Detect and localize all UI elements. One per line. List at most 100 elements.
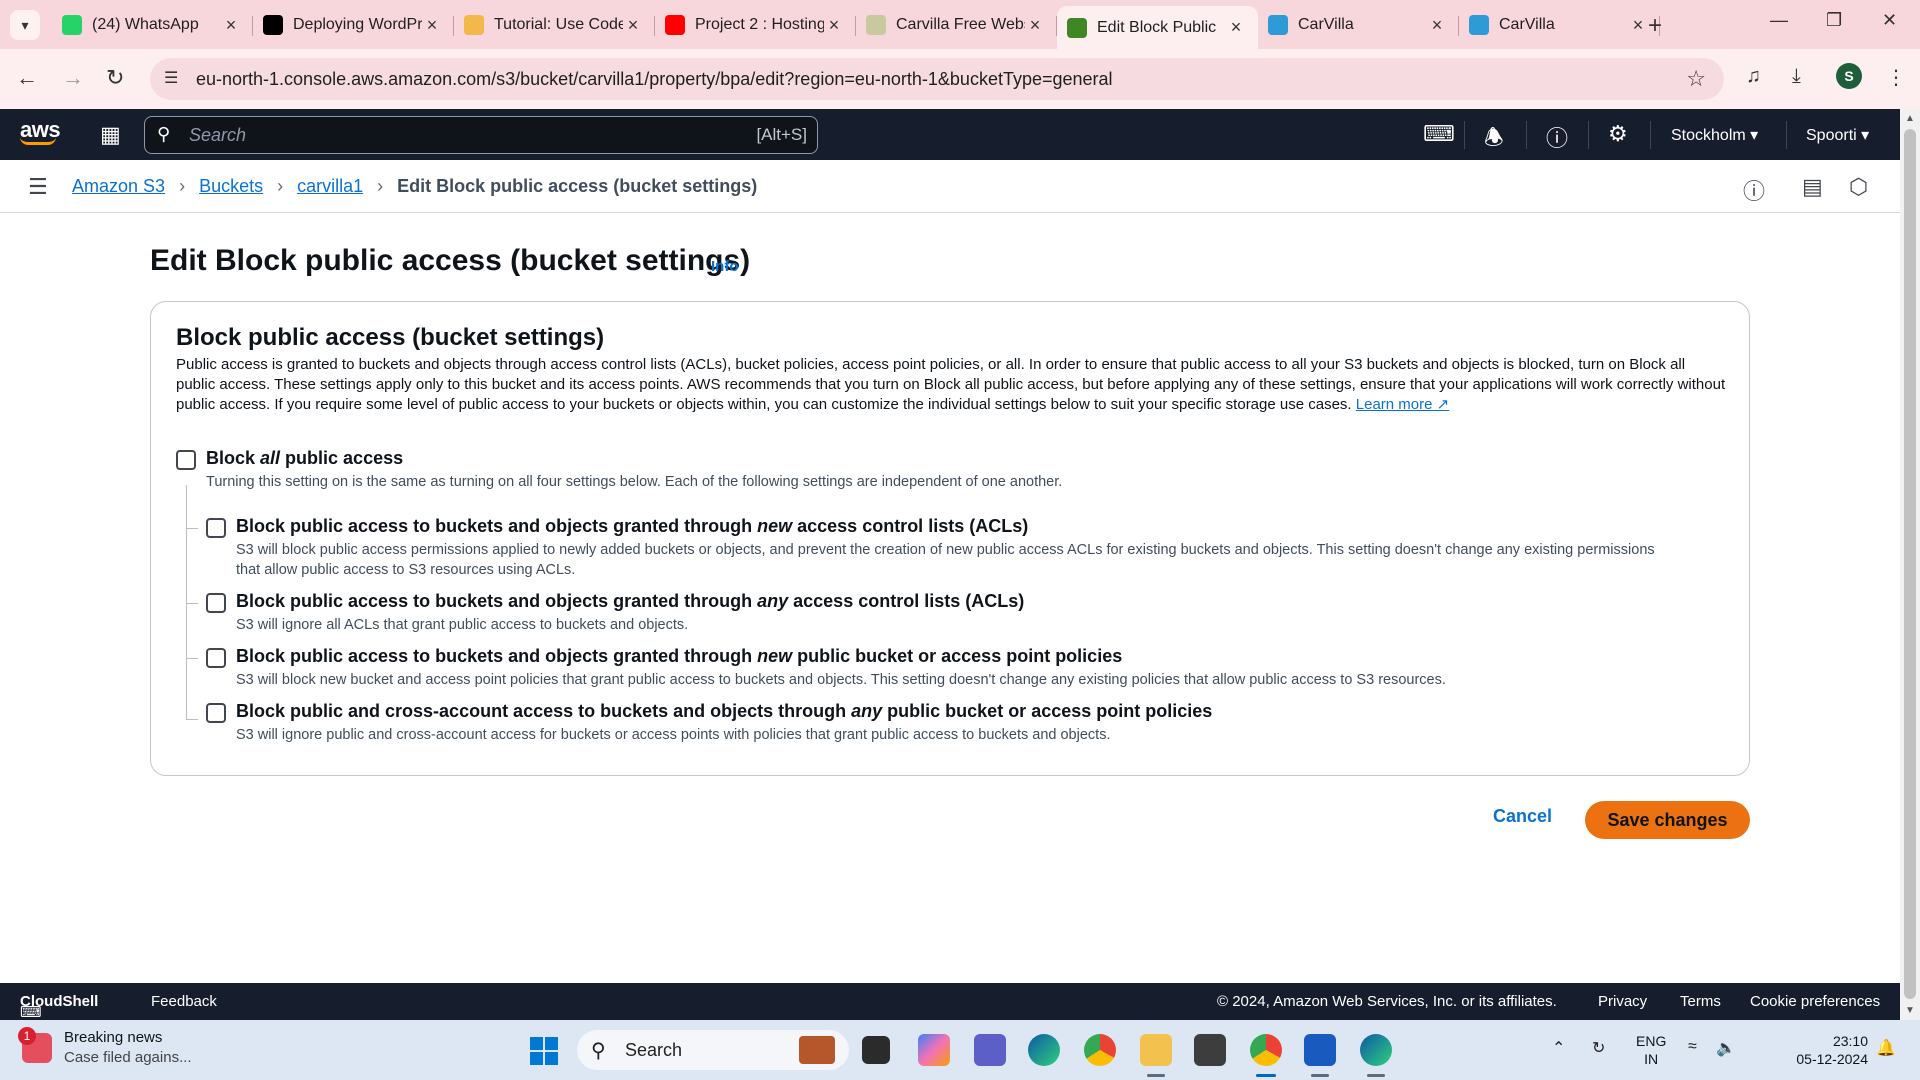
- browser-tab[interactable]: (24) WhatsApp ×: [52, 6, 253, 44]
- block-any-acls-description: S3 will ignore all ACLs that grant publi…: [236, 617, 689, 633]
- browser-tab[interactable]: Deploying WordPress×: [253, 6, 454, 44]
- tab-close-icon[interactable]: ×: [422, 15, 442, 36]
- browser-tab[interactable]: Carvilla Free Website×: [856, 6, 1057, 44]
- block-all-label[interactable]: Block all public access: [206, 448, 403, 469]
- task-view-icon[interactable]: [862, 1036, 890, 1064]
- block-new-acls-checkbox[interactable]: [206, 518, 226, 538]
- footer-cookie-preferences-link[interactable]: Cookie preferences: [1750, 993, 1880, 1010]
- block-new-acls-label[interactable]: Block public access to buckets and objec…: [236, 516, 1028, 537]
- reload-button[interactable]: ↻: [106, 65, 124, 91]
- volume-icon[interactable]: 🔈: [1716, 1038, 1736, 1058]
- tab-close-icon[interactable]: ×: [1025, 15, 1045, 36]
- profile-avatar[interactable]: S: [1836, 63, 1862, 89]
- block-any-acls-checkbox[interactable]: [206, 593, 226, 613]
- sublime-text-icon[interactable]: [1194, 1034, 1226, 1066]
- footer-cloudshell-link[interactable]: ⌨ CloudShell: [20, 993, 98, 1021]
- address-bar[interactable]: ☰ eu-north-1.console.aws.amazon.com/s3/b…: [150, 58, 1724, 100]
- browser-tab-label: CarVilla: [1499, 16, 1555, 33]
- restore-button[interactable]: ❐: [1826, 10, 1842, 31]
- minimize-button[interactable]: —: [1770, 10, 1788, 31]
- block-any-policies-description: S3 will ignore public and cross-account …: [236, 727, 1111, 743]
- breadcrumb-bucket[interactable]: carvilla1: [297, 176, 363, 197]
- tab-close-icon[interactable]: ×: [1628, 15, 1648, 36]
- notification-bell-icon[interactable]: 🔔: [1876, 1038, 1896, 1058]
- page-scrollbar[interactable]: ▲ ▼: [1900, 109, 1920, 1020]
- block-new-policies-label[interactable]: Block public access to buckets and objec…: [236, 646, 1122, 667]
- edge-icon[interactable]: [1028, 1034, 1060, 1066]
- new-tab-button[interactable]: +: [1648, 12, 1662, 40]
- settings-gear-icon[interactable]: ⚙: [1608, 121, 1628, 147]
- services-grid-icon[interactable]: ▦: [100, 122, 121, 148]
- notes-icon[interactable]: ▤: [1802, 174, 1823, 200]
- chrome-profile-icon[interactable]: [1250, 1034, 1282, 1066]
- news-title: Breaking news: [64, 1029, 163, 1046]
- tab-close-icon[interactable]: ×: [221, 15, 241, 36]
- breadcrumb-buckets[interactable]: Buckets: [199, 176, 263, 197]
- back-button[interactable]: ←: [16, 65, 38, 91]
- block-any-policies-label[interactable]: Block public and cross-account access to…: [236, 701, 1212, 722]
- cancel-button[interactable]: Cancel: [1493, 806, 1552, 827]
- media-control-icon[interactable]: ♫: [1746, 65, 1761, 88]
- scrollbar-thumb[interactable]: [1904, 129, 1916, 999]
- sync-icon[interactable]: ↻: [1592, 1038, 1605, 1058]
- block-any-acls-label[interactable]: Block public access to buckets and objec…: [236, 591, 1024, 612]
- help-icon[interactable]: ⓘ: [1546, 121, 1568, 153]
- block-all-checkbox[interactable]: [176, 450, 196, 470]
- download-icon[interactable]: ⤓: [1792, 65, 1801, 88]
- copilot-icon[interactable]: [918, 1034, 950, 1066]
- window-close-button[interactable]: ✕: [1882, 10, 1897, 31]
- language-indicator[interactable]: ENG IN: [1636, 1032, 1666, 1068]
- notifications-bell-icon[interactable]: 🕭: [1484, 121, 1504, 159]
- word-icon[interactable]: [1304, 1034, 1336, 1066]
- info-link[interactable]: Info: [711, 258, 739, 275]
- scroll-down-arrow-icon[interactable]: ▼: [1905, 1005, 1915, 1016]
- taskbar-search[interactable]: ⚲ Search: [577, 1030, 849, 1070]
- footer-feedback-link[interactable]: Feedback: [151, 993, 217, 1010]
- browser-tab[interactable]: CarVilla ×: [1258, 6, 1459, 44]
- info-panel-icon[interactable]: ⓘ: [1743, 174, 1765, 206]
- cloudshell-icon[interactable]: ⌨: [1423, 121, 1455, 147]
- browser-tab-label: Carvilla Free Website: [896, 16, 1025, 33]
- system-clock[interactable]: 23:10 05-12-2024: [1750, 1032, 1868, 1068]
- learn-more-link[interactable]: Learn more ↗: [1356, 396, 1449, 413]
- tab-search-button[interactable]: ▾: [10, 10, 40, 40]
- footer-terms-link[interactable]: Terms: [1680, 993, 1721, 1010]
- block-new-policies-checkbox[interactable]: [206, 648, 226, 668]
- wifi-icon[interactable]: ≈: [1688, 1038, 1697, 1056]
- browser-tab-label: CarVilla: [1298, 16, 1354, 33]
- show-hidden-icons-chevron-icon[interactable]: ⌃: [1552, 1038, 1565, 1058]
- teams-icon[interactable]: [974, 1034, 1006, 1066]
- breadcrumb-amazon-s3[interactable]: Amazon S3: [72, 176, 165, 197]
- aws-search-input[interactable]: ⚲ Search [Alt+S]: [144, 116, 818, 154]
- hamburger-menu-icon[interactable]: ☰: [28, 174, 48, 200]
- tab-close-icon[interactable]: ×: [1226, 17, 1246, 38]
- scroll-up-arrow-icon[interactable]: ▲: [1905, 113, 1915, 124]
- tab-list: (24) WhatsApp×Deploying WordPress×Tutori…: [52, 6, 1660, 49]
- site-info-icon[interactable]: ☰: [164, 68, 178, 88]
- file-explorer-icon[interactable]: [1140, 1034, 1172, 1066]
- account-menu[interactable]: Spoorti ▾: [1806, 125, 1869, 145]
- feedback-icon[interactable]: ⬡: [1849, 174, 1868, 200]
- browser-tab[interactable]: Edit Block Public ×: [1057, 6, 1258, 49]
- tab-close-icon[interactable]: ×: [1427, 15, 1447, 36]
- whatsapp-icon: [62, 15, 82, 35]
- footer-privacy-link[interactable]: Privacy: [1598, 993, 1647, 1010]
- forward-button[interactable]: →: [62, 65, 84, 91]
- edge-dev-icon[interactable]: [1360, 1034, 1392, 1066]
- browser-tab[interactable]: Project 2 : Hosting ×: [655, 6, 856, 44]
- region-selector[interactable]: Stockholm ▾: [1671, 125, 1758, 145]
- tab-close-icon[interactable]: ×: [623, 15, 643, 36]
- news-widget[interactable]: 1 Breaking news Case filed agains...: [18, 1027, 192, 1068]
- news-subtitle: Case filed agains...: [64, 1049, 192, 1066]
- tab-close-icon[interactable]: ×: [824, 15, 844, 36]
- aws-logo[interactable]: aws: [20, 117, 61, 145]
- browser-tab[interactable]: Tutorial: Use Code ×: [454, 6, 655, 44]
- carvilla-icon: [1268, 15, 1288, 35]
- chrome-icon[interactable]: [1084, 1034, 1116, 1066]
- browser-menu-icon[interactable]: ⋮: [1886, 65, 1906, 90]
- windows-start-icon[interactable]: [530, 1037, 558, 1065]
- browser-tab[interactable]: CarVilla ×: [1459, 6, 1660, 44]
- bookmark-star-icon[interactable]: ☆: [1686, 66, 1706, 92]
- block-any-policies-checkbox[interactable]: [206, 703, 226, 723]
- save-changes-button[interactable]: Save changes: [1585, 801, 1750, 839]
